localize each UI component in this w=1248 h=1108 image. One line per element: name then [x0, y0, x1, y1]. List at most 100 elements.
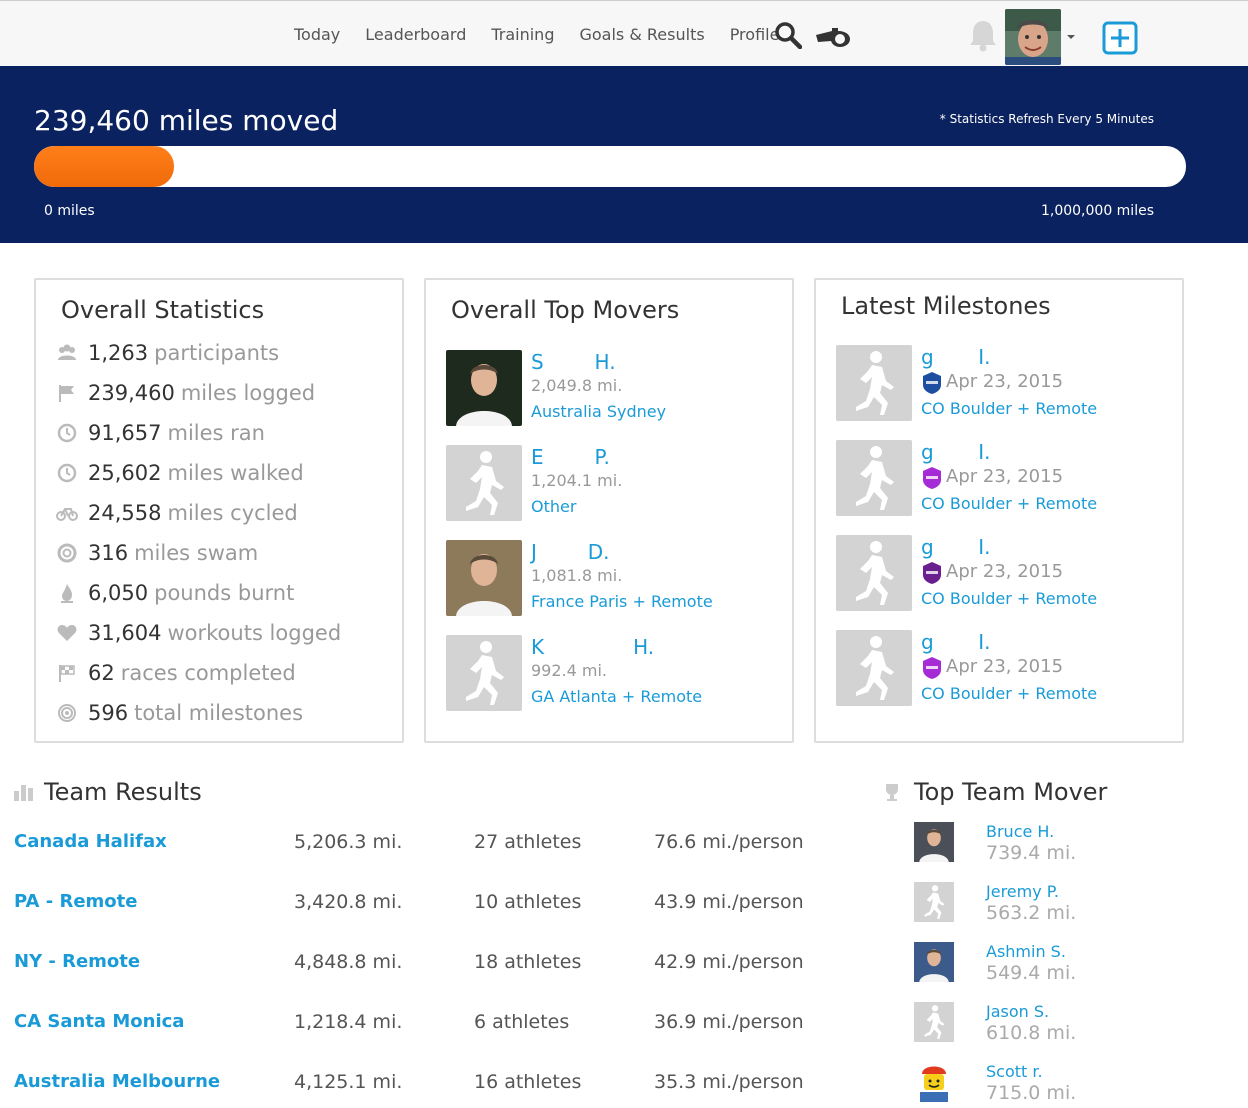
mover-team-link[interactable]: GA Atlanta + Remote: [531, 687, 702, 706]
milestone-item: g I. Apr 23, 2015 CO Boulder + Remote: [836, 345, 1176, 425]
latest-milestones-card: Latest Milestones g I. Apr 23, 2015 CO Bou…: [814, 278, 1184, 743]
stat-value: 239,460: [88, 381, 175, 405]
avatar[interactable]: [1005, 9, 1061, 65]
stat-row: 1,263 participants: [56, 338, 279, 368]
milestone-date: Apr 23, 2015: [946, 371, 1064, 392]
milestone-photo[interactable]: [836, 535, 912, 611]
team-athletes: 16 athletes: [474, 1071, 582, 1093]
top-team-mover-item: Bruce H. 739.4 mi.: [914, 822, 1234, 868]
stat-unit: miles cycled: [167, 501, 298, 525]
team-mover-name-link[interactable]: Jason S.: [986, 1002, 1049, 1021]
top-mover-item: E P. 1,204.1 mi. Other: [446, 445, 786, 525]
stat-row: 25,602 miles walked: [56, 458, 304, 488]
stat-unit: miles swam: [134, 541, 259, 565]
team-mover-name-link[interactable]: Scott r.: [986, 1062, 1043, 1081]
milestone-name-link[interactable]: g I.: [921, 630, 990, 654]
mover-name-link[interactable]: J D.: [531, 540, 610, 564]
team-miles: 1,218.4 mi.: [294, 1011, 403, 1033]
whistle-icon[interactable]: [814, 25, 852, 49]
team-result-row: Canada Halifax 5,206.3 mi. 27 athletes 76.6…: [14, 831, 814, 861]
stat-unit: pounds burnt: [154, 581, 295, 605]
team-mover-photo[interactable]: [914, 1062, 954, 1102]
team-result-row: NY - Remote 4,848.8 mi. 18 athletes 42.9 mi…: [14, 951, 814, 981]
team-result-row: CA Santa Monica 1,218.4 mi. 6 athletes 36.9…: [14, 1011, 814, 1041]
milestone-team-link[interactable]: CO Boulder + Remote: [921, 399, 1097, 418]
milestone-photo[interactable]: [836, 345, 912, 421]
milestone-name-link[interactable]: g I.: [921, 345, 990, 369]
nav-links: Today Leaderboard Training Goals & Resul…: [294, 25, 804, 44]
team-mover-photo[interactable]: [914, 942, 954, 982]
profile-photo: [446, 350, 522, 426]
team-name-link[interactable]: CA Santa Monica: [14, 1011, 184, 1032]
team-mover-name-link[interactable]: Jeremy P.: [986, 882, 1059, 901]
team-miles: 4,848.8 mi.: [294, 951, 403, 973]
milestone-team-link[interactable]: CO Boulder + Remote: [921, 494, 1097, 513]
team-athletes: 10 athletes: [474, 891, 582, 913]
caret-down-icon[interactable]: [1066, 33, 1076, 41]
milestone-team-link[interactable]: CO Boulder + Remote: [921, 589, 1097, 608]
team-mover-name-link[interactable]: Bruce H.: [986, 822, 1054, 841]
progress-min-label: 0 miles: [44, 203, 95, 219]
team-mover-name-link[interactable]: Ashmin S.: [986, 942, 1066, 961]
team-name-link[interactable]: Canada Halifax: [14, 831, 167, 852]
mover-distance: 992.4 mi.: [531, 661, 608, 680]
stat-value: 24,558: [88, 501, 162, 525]
milestone-team-link[interactable]: CO Boulder + Remote: [921, 684, 1097, 703]
nav-link-profile[interactable]: Profile: [730, 25, 780, 44]
mover-team-link[interactable]: Australia Sydney: [531, 402, 666, 421]
mover-team-link[interactable]: Other: [531, 497, 576, 516]
stat-unit: participants: [154, 341, 280, 365]
lego-avatar: [914, 1062, 954, 1102]
mover-name-link[interactable]: S H.: [531, 350, 616, 374]
mover-photo[interactable]: [446, 350, 522, 426]
stat-row: 316 miles swam: [56, 538, 258, 568]
runner-silhouette-icon: [914, 1002, 954, 1042]
top-team-mover-item: Scott r. 715.0 mi.: [914, 1062, 1234, 1108]
milestone-item: g I. Apr 23, 2015 CO Boulder + Remote: [836, 630, 1176, 710]
team-mover-photo[interactable]: [914, 822, 954, 862]
stat-row: 24,558 miles cycled: [56, 498, 298, 528]
team-athletes: 18 athletes: [474, 951, 582, 973]
stat-row: 596 total milestones: [56, 698, 303, 728]
bell-icon[interactable]: [967, 18, 999, 52]
progress-max-label: 1,000,000 miles: [1040, 203, 1154, 219]
milestone-item: g I. Apr 23, 2015 CO Boulder + Remote: [836, 440, 1176, 520]
flame-icon: [56, 582, 78, 604]
runner-silhouette-icon: [836, 535, 912, 611]
stat-value: 62: [88, 661, 115, 685]
runner-silhouette-icon: [914, 882, 954, 922]
nav-link-training[interactable]: Training: [491, 25, 554, 44]
team-name-link[interactable]: Australia Melbourne: [14, 1071, 220, 1092]
plus-square-icon[interactable]: [1102, 21, 1138, 55]
team-name-link[interactable]: NY - Remote: [14, 951, 140, 972]
mover-photo[interactable]: [446, 635, 522, 711]
search-icon[interactable]: [774, 21, 802, 49]
milestone-date: Apr 23, 2015: [946, 561, 1064, 582]
mover-photo[interactable]: [446, 445, 522, 521]
overall-statistics-card: Overall Statistics 1,263 participants 239,…: [34, 278, 404, 743]
stat-value: 31,604: [88, 621, 162, 645]
milestone-badge-icon: [923, 372, 941, 394]
team-athletes: 6 athletes: [474, 1011, 570, 1033]
team-mover-photo[interactable]: [914, 1002, 954, 1042]
team-miles: 4,125.1 mi.: [294, 1071, 403, 1093]
nav-link-today[interactable]: Today: [294, 25, 340, 44]
milestone-name-link[interactable]: g I.: [921, 535, 990, 559]
milestone-badge-icon: [923, 467, 941, 489]
trophy-icon: [886, 784, 898, 801]
milestone-photo[interactable]: [836, 440, 912, 516]
nav-link-leaderboard[interactable]: Leaderboard: [365, 25, 466, 44]
mover-photo[interactable]: [446, 540, 522, 616]
nav-link-goals-results[interactable]: Goals & Results: [579, 25, 704, 44]
team-mover-distance: 563.2 mi.: [986, 902, 1077, 924]
milestone-name-link[interactable]: g I.: [921, 440, 990, 464]
mover-team-link[interactable]: France Paris + Remote: [531, 592, 713, 611]
team-per-person: 76.6 mi./person: [654, 831, 804, 853]
team-miles: 5,206.3 mi.: [294, 831, 403, 853]
milestone-photo[interactable]: [836, 630, 912, 706]
team-mover-photo[interactable]: [914, 882, 954, 922]
mover-name-link[interactable]: E P.: [531, 445, 610, 469]
mover-name-link[interactable]: K H.: [531, 635, 654, 659]
team-name-link[interactable]: PA - Remote: [14, 891, 137, 912]
profile-photo: [446, 540, 522, 616]
